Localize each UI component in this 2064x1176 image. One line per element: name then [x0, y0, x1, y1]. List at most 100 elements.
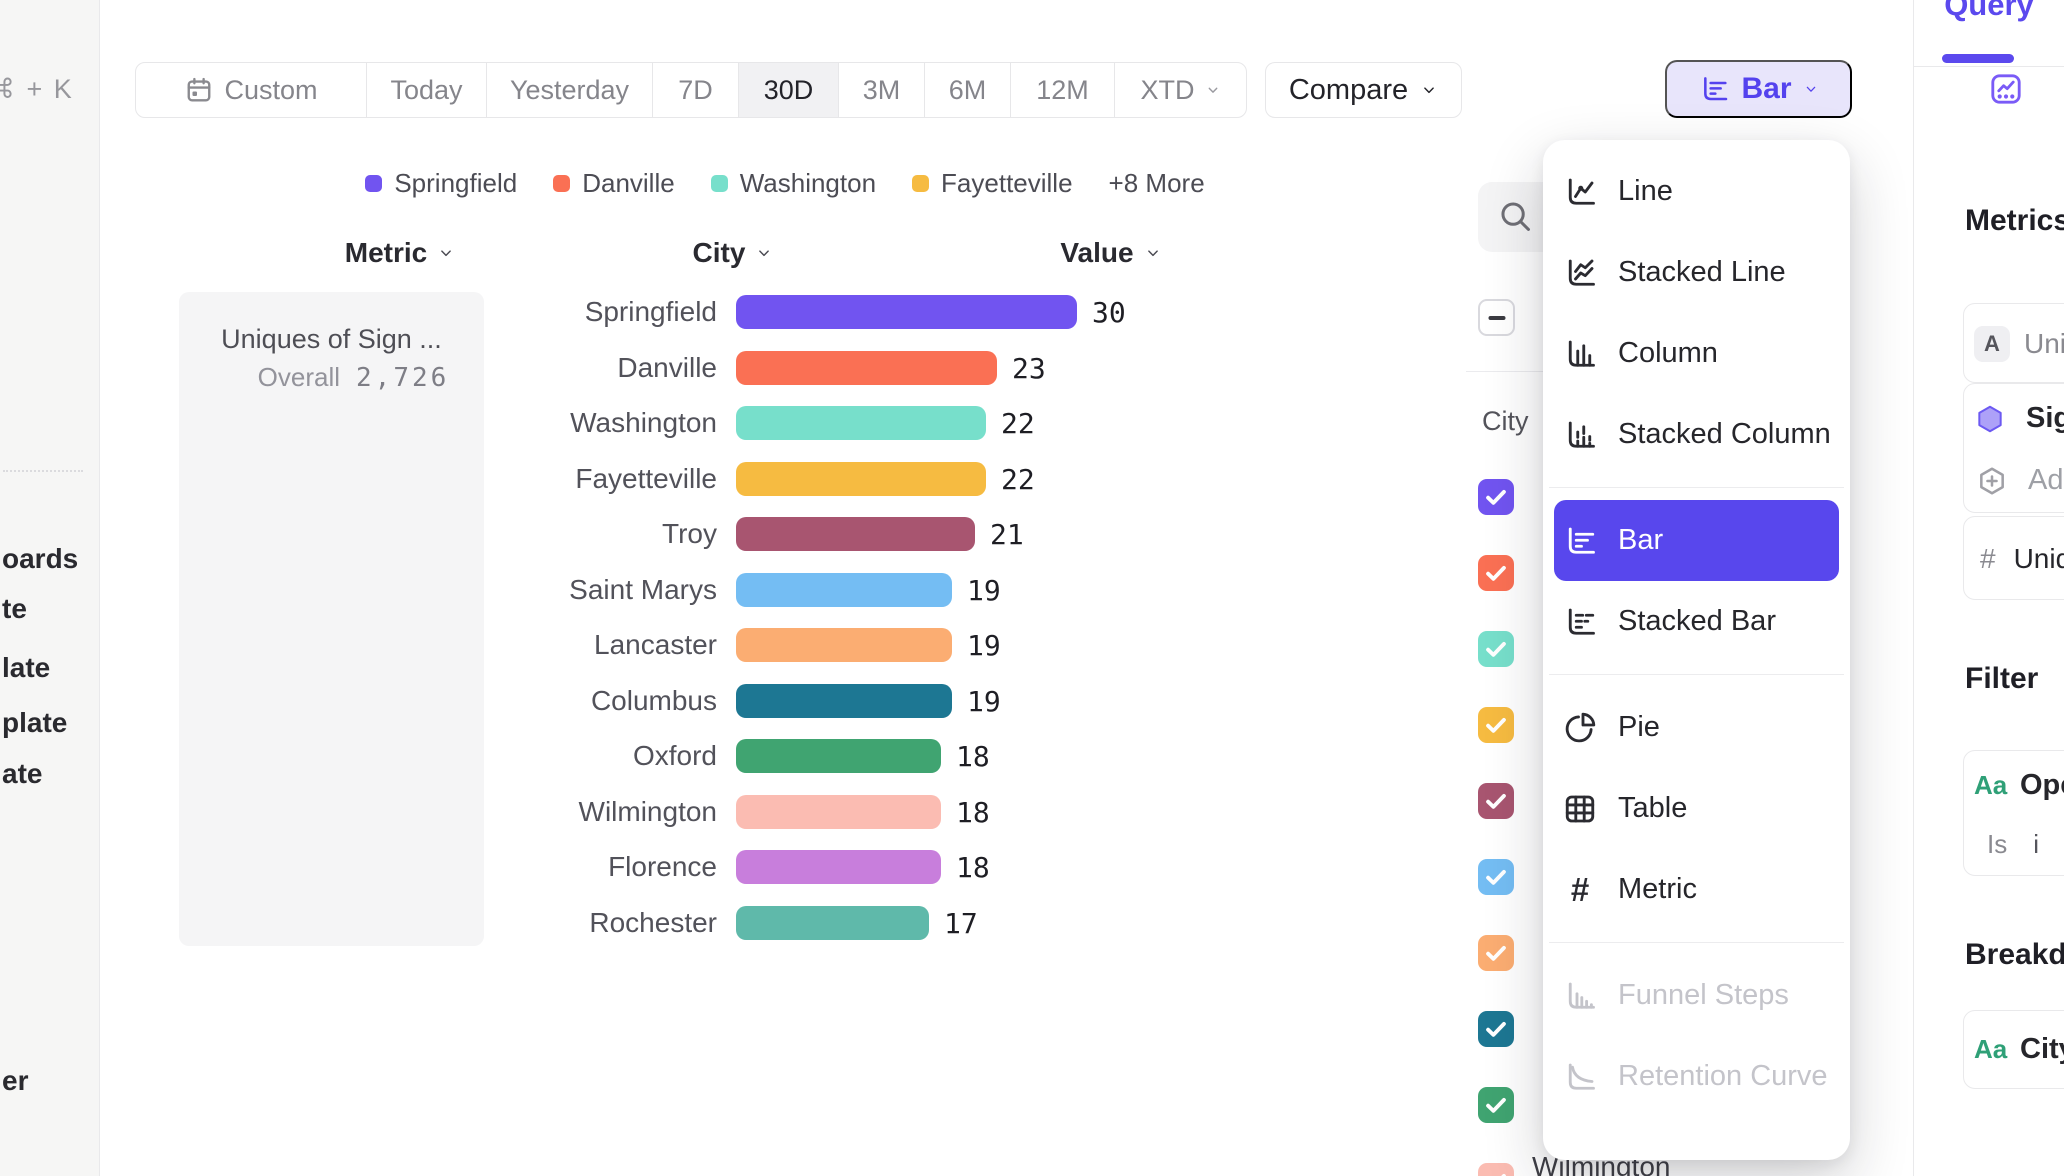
metric-card[interactable]: Uniques of Sign ... Overall 2,726 [179, 292, 484, 946]
date-range-today[interactable]: Today [366, 63, 486, 117]
bar[interactable] [736, 684, 952, 718]
event-row[interactable]: Sig [1964, 402, 2064, 435]
legend-label: Danville [582, 168, 675, 199]
menu-item-column[interactable]: Column [1543, 313, 1850, 394]
date-range-label: 6M [949, 75, 987, 106]
filter-card: Aa Ope Is i [1963, 750, 2064, 876]
bar[interactable] [736, 462, 986, 496]
bar[interactable] [736, 351, 997, 385]
date-range-xtd[interactable]: XTD [1114, 63, 1246, 117]
bar[interactable] [736, 739, 941, 773]
date-range-12m[interactable]: 12M [1010, 63, 1114, 117]
sidebar-item-clipped[interactable]: ate [2, 758, 42, 790]
bar-chart-icon [1562, 523, 1598, 559]
legend-item[interactable]: Washington [711, 168, 876, 199]
menu-item-metric[interactable]: #Metric [1543, 849, 1850, 930]
bar[interactable] [736, 850, 941, 884]
menu-item-label: Metric [1618, 873, 1697, 906]
date-range-6m[interactable]: 6M [924, 63, 1010, 117]
date-range-3m[interactable]: 3M [838, 63, 924, 117]
menu-item-stacked-bar[interactable]: Stacked Bar [1543, 581, 1850, 662]
value-header-label: Value [1060, 237, 1133, 269]
menu-item-label: Stacked Bar [1618, 605, 1776, 638]
bar-row: Saint Marys19 [480, 573, 1400, 607]
sidebar-item-clipped[interactable]: late [2, 652, 50, 684]
menu-item-table[interactable]: Table [1543, 768, 1850, 849]
metric-type-label: Uniqu [2024, 328, 2064, 360]
select-all-checkbox[interactable] [1478, 299, 1515, 336]
event-label: Sig [2026, 402, 2064, 435]
date-range-custom[interactable]: Custom [136, 63, 366, 117]
bar[interactable] [736, 795, 941, 829]
bar[interactable] [736, 517, 975, 551]
column-header-city[interactable]: City [633, 236, 833, 270]
bar[interactable] [736, 406, 986, 440]
city-checkbox[interactable] [1478, 1087, 1514, 1123]
bar-row: Rochester17 [480, 906, 1400, 940]
menu-item-line[interactable]: Line [1543, 151, 1850, 232]
bar[interactable] [736, 906, 929, 940]
column-header-value[interactable]: Value [1011, 236, 1211, 270]
metric-type-card[interactable]: A Uniqu [1963, 303, 2064, 383]
legend-label: Springfield [394, 168, 517, 199]
legend-item[interactable]: Danville [553, 168, 675, 199]
city-checkbox[interactable] [1478, 479, 1514, 515]
add-event-label: Add [2028, 464, 2064, 497]
compare-button[interactable]: Compare [1265, 62, 1462, 118]
bar-category-label: Fayetteville [480, 462, 717, 496]
date-range-7d[interactable]: 7D [652, 63, 738, 117]
breakdown-card[interactable]: Aa City [1963, 1010, 2064, 1089]
menu-item-label: Retention Curve [1618, 1060, 1828, 1093]
date-range-30d[interactable]: 30D [738, 63, 838, 117]
chart-type-button[interactable]: Bar [1665, 60, 1852, 118]
tab-query[interactable]: Query [1914, 0, 2064, 23]
legend-swatch [912, 175, 929, 192]
city-checkbox[interactable] [1478, 1011, 1514, 1047]
menu-item-funnel-steps: Funnel Steps [1543, 955, 1850, 1036]
city-checkbox[interactable] [1478, 555, 1514, 591]
sidebar-item-clipped[interactable]: plate [2, 707, 67, 739]
sidebar-item-clipped[interactable]: oards [2, 543, 78, 575]
breakdown-label: City [2020, 1033, 2064, 1066]
legend-item[interactable]: Springfield [365, 168, 517, 199]
menu-item-label: Table [1618, 792, 1687, 825]
bar[interactable] [736, 295, 1077, 329]
city-checkbox[interactable] [1478, 935, 1514, 971]
city-checkbox[interactable] [1478, 631, 1514, 667]
column-header-metric[interactable]: Metric [300, 236, 500, 270]
sidebar-item-clipped[interactable]: er [2, 1065, 28, 1097]
bar-category-label: Springfield [480, 295, 717, 329]
filter-condition-row[interactable]: Is i [1964, 829, 2064, 860]
pie-chart-icon [1562, 710, 1598, 746]
add-event-row[interactable]: Add [1964, 464, 2064, 497]
bar[interactable] [736, 628, 952, 662]
sidebar-item-clipped[interactable]: te [2, 593, 27, 625]
legend-more-button[interactable]: +8 More [1109, 168, 1205, 199]
menu-item-stacked-line[interactable]: Stacked Line [1543, 232, 1850, 313]
date-range-yesterday[interactable]: Yesterday [486, 63, 652, 117]
metric-card-title: Uniques of Sign ... [179, 322, 484, 356]
menu-item-bar[interactable]: Bar [1554, 500, 1839, 581]
event-card: Sig Add [1963, 383, 2064, 513]
city-checkbox[interactable] [1478, 859, 1514, 895]
city-checkbox[interactable] [1478, 783, 1514, 819]
bar-category-label: Columbus [480, 684, 717, 718]
legend-item[interactable]: Fayetteville [912, 168, 1073, 199]
chevron-down-icon [1803, 81, 1819, 97]
city-checkbox[interactable] [1478, 707, 1514, 743]
menu-divider [1549, 487, 1844, 488]
bar-category-label: Danville [480, 351, 717, 385]
city-checkbox[interactable] [1478, 1163, 1514, 1176]
count-card[interactable]: # Uniqu [1963, 516, 2064, 600]
date-range-label: 7D [678, 75, 713, 106]
filter-property-row[interactable]: Aa Ope [1964, 769, 2064, 802]
compare-label: Compare [1289, 74, 1408, 107]
table-icon [1562, 791, 1598, 827]
active-tab-indicator [1942, 54, 2014, 63]
funnel-icon [1562, 978, 1598, 1014]
menu-item-pie[interactable]: Pie [1543, 687, 1850, 768]
filter-value: i [2033, 829, 2039, 860]
menu-item-stacked-column[interactable]: Stacked Column [1543, 394, 1850, 475]
bar-value-label: 22 [1001, 406, 1035, 440]
bar[interactable] [736, 573, 952, 607]
